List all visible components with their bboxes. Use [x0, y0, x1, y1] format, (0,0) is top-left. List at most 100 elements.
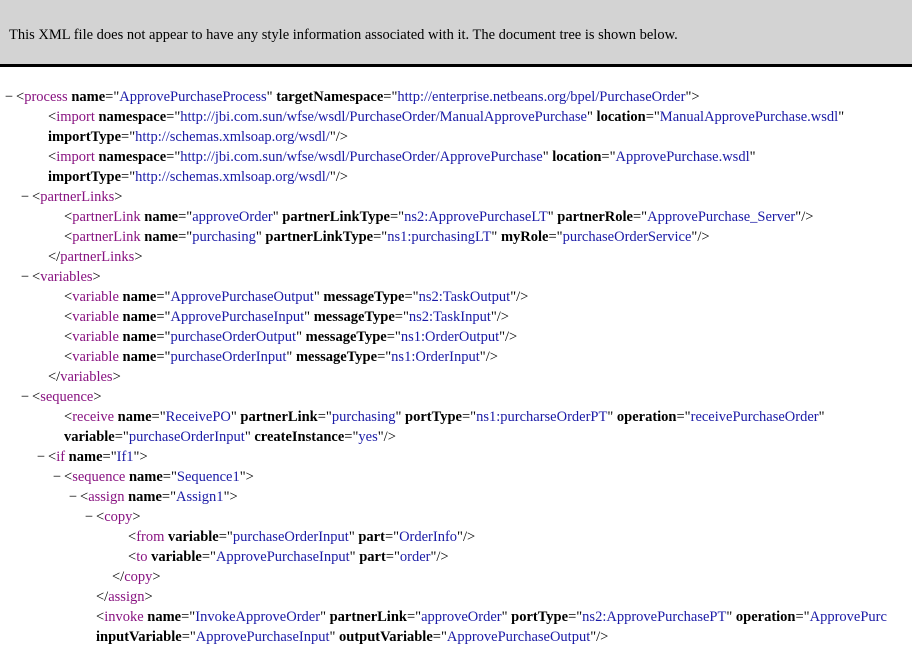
collapse-toggle-icon[interactable]: − [19, 387, 31, 407]
xml-bracket: < [64, 409, 73, 425]
xml-line-content: <process name="ApprovePurchaseProcess" t… [16, 87, 700, 107]
xml-tag-name: variable [72, 329, 119, 345]
xml-punctuation: =" [384, 529, 400, 545]
xml-attribute-value: purchasing [331, 409, 396, 425]
xml-line-content: <variables> [32, 267, 101, 287]
xml-attribute-name: importType [48, 129, 122, 145]
xml-tag-name: invoke [104, 609, 144, 625]
xml-punctuation: =" [102, 449, 117, 465]
xml-bracket: < [64, 229, 73, 245]
xml-bracket: > [134, 249, 143, 265]
xml-punctuation: =" [201, 549, 216, 565]
xml-line-content: <partnerLinks> [32, 187, 122, 207]
xml-bracket: < [96, 609, 105, 625]
xml-punctuation: =" [121, 129, 136, 145]
xml-punctuation: =" [218, 529, 233, 545]
xml-attribute-name: name [122, 289, 157, 305]
xml-tag-name: variable [72, 309, 119, 325]
xml-tag-name: import [56, 109, 95, 125]
xml-punctuation: =" [385, 549, 400, 565]
xml-bracket: > [132, 509, 141, 525]
xml-punctuation: =" [461, 409, 477, 425]
xml-tag-name: copy [104, 509, 133, 525]
xml-punctuation: =" [162, 469, 177, 485]
banner-text: This XML file does not appear to have an… [9, 27, 678, 43]
xml-bracket: < [80, 489, 89, 505]
xml-punctuation: " [838, 109, 845, 125]
xml-attribute-value: ns2:ApprovePurchaseLT [404, 209, 548, 225]
xml-attribute-value: ManualApprovePurchase.wsdl [659, 109, 839, 125]
xml-attribute-name: name [144, 209, 179, 225]
xml-line-content: <if name="If1"> [48, 447, 148, 467]
xml-attribute-name: importType [48, 169, 122, 185]
xml-punctuation: =" [632, 209, 648, 225]
xml-punctuation: =" [568, 609, 583, 625]
xml-tag-name: variables [40, 269, 93, 285]
xml-attribute-name: partnerLinkType [265, 229, 374, 245]
xml-punctuation: =" [373, 229, 388, 245]
xml-bracket: > [92, 269, 101, 285]
xml-bracket: > [144, 589, 153, 605]
xml-tag-name: sequence [40, 389, 94, 405]
xml-punctuation: =" [166, 149, 181, 165]
collapse-toggle-icon[interactable]: − [51, 467, 63, 487]
xml-attribute-value: receivePurchaseOrder [690, 409, 819, 425]
collapse-toggle-icon[interactable]: − [19, 187, 31, 207]
xml-line-content: <variable name="ApprovePurchaseOutput" m… [64, 287, 528, 307]
xml-attribute-name: partnerLink [240, 409, 318, 425]
xml-bracket: /> [516, 289, 529, 305]
xml-attribute-name: name [122, 349, 157, 365]
xml-attribute-name: part [359, 549, 386, 565]
xml-attribute-value: Sequence1 [176, 469, 240, 485]
xml-punctuation: =" [548, 229, 563, 245]
xml-attribute-name: name [71, 89, 106, 105]
xml-bracket: </ [48, 369, 61, 385]
xml-attribute-value: http://enterprise.netbeans.org/bpel/Purc… [397, 89, 686, 105]
xml-bracket: /> [596, 629, 609, 645]
collapse-toggle-icon[interactable]: − [19, 267, 31, 287]
xml-tag-name: assign [88, 489, 125, 505]
xml-attribute-name: portType [511, 609, 569, 625]
xml-line-content: <sequence name="Sequence1"> [64, 467, 254, 487]
xml-attribute-name: name [147, 609, 182, 625]
xml-tag-name: variable [72, 349, 119, 365]
xml-attribute-value: http://jbi.com.sun/wfse/wsdl/PurchaseOrd… [180, 109, 587, 125]
xml-line-content: <receive name="ReceivePO" partnerLink="p… [64, 407, 825, 427]
xml-attribute-value: http://schemas.xmlsoap.org/wsdl/ [135, 129, 330, 145]
xml-attribute-name: messageType [313, 309, 395, 325]
xml-punctuation: =" [156, 309, 171, 325]
xml-attribute-name: name [68, 449, 103, 465]
collapse-toggle-icon[interactable]: − [83, 507, 95, 527]
xml-attribute-name: partnerLink [329, 609, 407, 625]
xml-attribute-name: partnerLinkType [282, 209, 390, 225]
xml-bracket: > [245, 469, 254, 485]
xml-tag-name: import [56, 149, 95, 165]
xml-bracket: /> [496, 309, 509, 325]
xml-attribute-value: purchaseOrderInput [128, 429, 245, 445]
xml-line-content: inputVariable="ApprovePurchaseInput" out… [96, 627, 608, 647]
xml-bracket: < [64, 349, 73, 365]
xml-bracket: /> [335, 129, 348, 145]
xml-attribute-name: outputVariable [339, 629, 433, 645]
xml-punctuation: =" [114, 429, 129, 445]
xml-line-content: <variable name="purchaseOrderOutput" mes… [64, 327, 517, 347]
xml-attribute-name: part [358, 529, 385, 545]
xml-attribute-value: purchaseOrderService [562, 229, 692, 245]
xml-attribute-value: http://schemas.xmlsoap.org/wsdl/ [135, 169, 330, 185]
xml-bracket: < [64, 289, 73, 305]
xml-attribute-value: order [399, 549, 431, 565]
xml-attribute-value: ApprovePurchaseProcess [119, 89, 267, 105]
xml-attribute-name: portType [405, 409, 462, 425]
xml-punctuation: =" [404, 289, 419, 305]
xml-bracket: < [64, 469, 73, 485]
xml-attribute-name: targetNamespace [276, 89, 384, 105]
xml-tag-name: receive [72, 409, 115, 425]
collapse-toggle-icon[interactable]: − [67, 487, 79, 507]
collapse-toggle-icon[interactable]: − [3, 87, 15, 107]
xml-punctuation: " [749, 149, 756, 165]
xml-line-content: <sequence> [32, 387, 102, 407]
xml-line-content: <import namespace="http://jbi.com.sun/wf… [48, 107, 844, 127]
xml-punctuation: =" [676, 409, 691, 425]
collapse-toggle-icon[interactable]: − [35, 447, 47, 467]
xml-bracket: </ [112, 569, 125, 585]
